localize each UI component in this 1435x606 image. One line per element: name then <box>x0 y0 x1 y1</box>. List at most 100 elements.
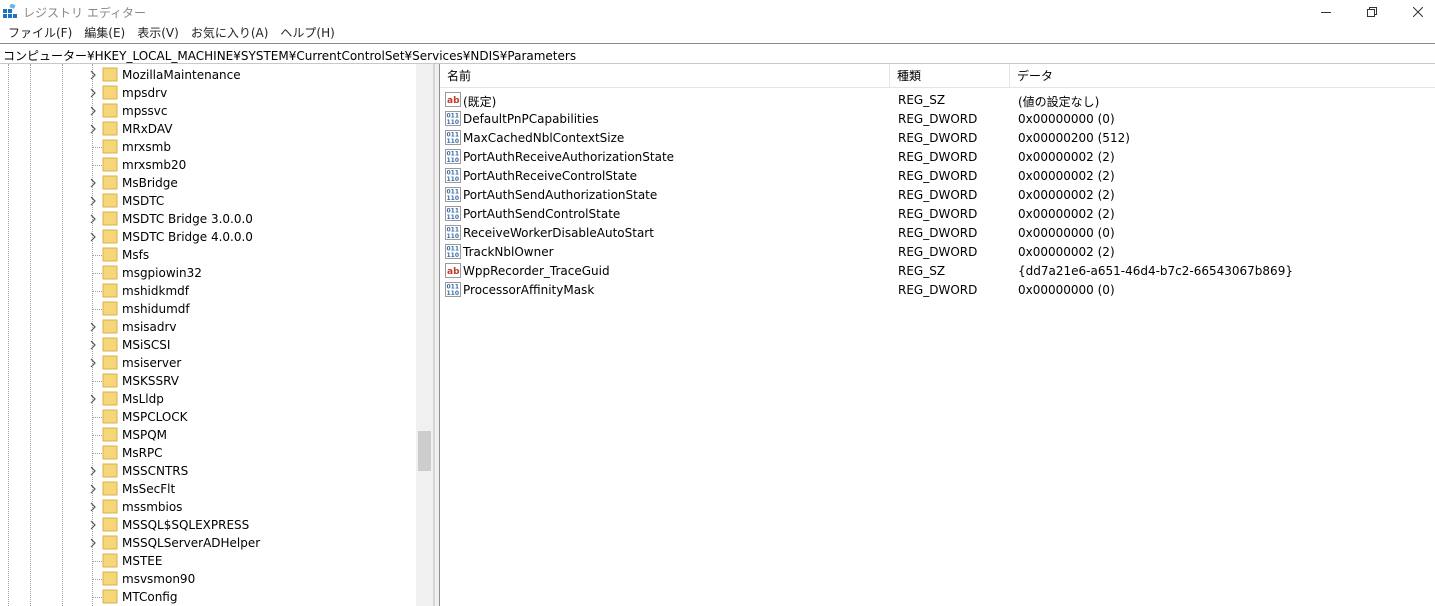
chevron-right-icon[interactable] <box>88 339 98 351</box>
tree-item[interactable]: mrxsmb <box>0 138 416 156</box>
tree-item[interactable]: MSTEE <box>0 552 416 570</box>
value-row[interactable]: 011 110 ProcessorAffinityMask REG_DWORD 0x00… <box>440 280 1435 299</box>
column-header-name[interactable]: 名前 <box>440 64 890 88</box>
tree-scrollbar[interactable] <box>416 64 433 606</box>
tree-item[interactable]: MsLldp <box>0 390 416 408</box>
value-row[interactable]: 011 110 PortAuthSendAuthorizationState REG_… <box>440 185 1435 204</box>
folder-icon <box>102 157 118 172</box>
chevron-right-icon[interactable] <box>88 501 98 513</box>
value-row[interactable]: 011 110 PortAuthReceiveControlState REG_DWO… <box>440 166 1435 185</box>
chevron-right-icon[interactable] <box>88 87 98 99</box>
chevron-right-icon[interactable] <box>88 195 98 207</box>
chevron-right-icon[interactable] <box>88 321 98 333</box>
tree-item[interactable]: MSKSSRV <box>0 372 416 390</box>
menu-edit[interactable]: 編集(E) <box>78 23 131 43</box>
value-row[interactable]: 011 110 TrackNblOwner REG_DWORD 0x00000002 (… <box>440 242 1435 261</box>
chevron-right-icon[interactable] <box>88 123 98 135</box>
chevron-right-icon[interactable] <box>88 357 98 369</box>
chevron-right-icon[interactable] <box>88 537 98 549</box>
tree-item[interactable]: mrxsmb20 <box>0 156 416 174</box>
chevron-right-icon[interactable] <box>88 213 98 225</box>
tree-item[interactable]: MsBridge <box>0 174 416 192</box>
folder-icon <box>102 319 118 334</box>
value-row[interactable]: 011 110 MaxCachedNblContextSize REG_DWORD 0x… <box>440 128 1435 147</box>
value-type: REG_DWORD <box>898 150 978 164</box>
folder-icon <box>102 193 118 208</box>
restore-icon <box>1367 6 1377 17</box>
chevron-right-icon[interactable] <box>88 519 98 531</box>
tree-item[interactable]: msisadrv <box>0 318 416 336</box>
folder-icon <box>102 85 118 100</box>
chevron-right-icon[interactable] <box>88 69 98 81</box>
tree-item[interactable]: MSiSCSI <box>0 336 416 354</box>
tree-item[interactable]: msgpiowin32 <box>0 264 416 282</box>
tree-item[interactable]: msiserver <box>0 354 416 372</box>
string-value-icon: ab <box>445 92 461 107</box>
value-data: 0x00000000 (0) <box>1018 112 1115 126</box>
menu-view[interactable]: 表示(V) <box>131 23 185 43</box>
value-row[interactable]: 011 110 PortAuthSendControlState REG_DWORD 0… <box>440 204 1435 223</box>
address-path[interactable]: コンピューター¥HKEY_LOCAL_MACHINE¥SYSTEM¥Curren… <box>3 47 576 64</box>
tree-item[interactable]: MSPCLOCK <box>0 408 416 426</box>
tree-item[interactable]: MsSecFlt <box>0 480 416 498</box>
tree-item[interactable]: mpsdrv <box>0 84 416 102</box>
folder-icon <box>102 67 118 82</box>
tree-item[interactable]: MSPQM <box>0 426 416 444</box>
value-name: PortAuthSendControlState <box>463 207 621 221</box>
tree-item-label: MSSCNTRS <box>122 464 189 478</box>
tree-item[interactable]: MSDTC Bridge 4.0.0.0 <box>0 228 416 246</box>
value-row[interactable]: ab WppRecorder_TraceGuid REG_SZ {dd7a21e6-a… <box>440 261 1435 280</box>
tree-item[interactable]: MRxDAV <box>0 120 416 138</box>
value-row[interactable]: 011 110 ReceiveWorkerDisableAutoStart REG_D… <box>440 223 1435 242</box>
chevron-right-icon[interactable] <box>88 231 98 243</box>
column-header-type[interactable]: 種類 <box>890 64 1010 88</box>
chevron-right-icon[interactable] <box>88 465 98 477</box>
value-name: PortAuthReceiveAuthorizationState <box>463 150 675 164</box>
value-data: 0x00000000 (0) <box>1018 226 1115 240</box>
column-header-data[interactable]: データ <box>1010 64 1435 88</box>
tree-connector <box>92 309 102 310</box>
value-row[interactable]: 011 110 DefaultPnPCapabilities REG_DWORD 0x0… <box>440 109 1435 128</box>
tree-item[interactable]: MSDTC Bridge 3.0.0.0 <box>0 210 416 228</box>
tree-item-label: msvsmon90 <box>122 572 196 586</box>
close-button[interactable] <box>1395 0 1435 23</box>
restore-button[interactable] <box>1349 0 1395 23</box>
minimize-button[interactable] <box>1303 0 1349 23</box>
tree-scrollbar-thumb[interactable] <box>418 431 431 471</box>
tree-item-label: MSDTC <box>122 194 165 208</box>
tree-item[interactable]: MSSCNTRS <box>0 462 416 480</box>
value-row[interactable]: 011 110 PortAuthReceiveAuthorizationState R… <box>440 147 1435 166</box>
value-list-pane[interactable]: 名前 種類 データ ab (既定) REG_SZ (値の設定なし) 011 110 Defa… <box>440 64 1435 606</box>
value-row[interactable]: ab (既定) REG_SZ (値の設定なし) <box>440 90 1435 109</box>
menu-help[interactable]: ヘルプ(H) <box>274 23 340 43</box>
menu-favorites[interactable]: お気に入り(A) <box>185 23 275 43</box>
chevron-right-icon[interactable] <box>88 105 98 117</box>
tree-item-label: msiserver <box>122 356 182 370</box>
tree-connector <box>92 453 102 454</box>
tree-item[interactable]: MTConfig <box>0 588 416 606</box>
chevron-right-icon[interactable] <box>88 393 98 405</box>
tree-item[interactable]: MsRPC <box>0 444 416 462</box>
tree-item[interactable]: mshidumdf <box>0 300 416 318</box>
chevron-right-icon[interactable] <box>88 483 98 495</box>
address-bar[interactable]: コンピューター¥HKEY_LOCAL_MACHINE¥SYSTEM¥Curren… <box>0 43 1435 64</box>
tree-item[interactable]: MSSQLServerADHelper <box>0 534 416 552</box>
title-bar: レジストリ エディター <box>0 0 1435 23</box>
tree-item-label: MSDTC Bridge 4.0.0.0 <box>122 230 253 244</box>
tree-item-label: mpssvc <box>122 104 168 118</box>
tree-item[interactable]: mssmbios <box>0 498 416 516</box>
tree-item[interactable]: Msfs <box>0 246 416 264</box>
tree-item[interactable]: mshidkmdf <box>0 282 416 300</box>
value-data: 0x00000002 (2) <box>1018 169 1115 183</box>
folder-icon <box>102 283 118 298</box>
tree-item[interactable]: MSSQL$SQLEXPRESS <box>0 516 416 534</box>
tree-item[interactable]: MSDTC <box>0 192 416 210</box>
tree-item[interactable]: msvsmon90 <box>0 570 416 588</box>
tree-item[interactable]: mpssvc <box>0 102 416 120</box>
key-tree-pane[interactable]: MozillaMaintenance mpsdrv mpssvc MRxDAV mrxs… <box>0 64 434 606</box>
chevron-right-icon[interactable] <box>88 177 98 189</box>
tree-connector <box>92 597 102 598</box>
folder-icon <box>102 517 118 532</box>
tree-item[interactable]: MozillaMaintenance <box>0 66 416 84</box>
menu-file[interactable]: ファイル(F) <box>2 23 78 43</box>
